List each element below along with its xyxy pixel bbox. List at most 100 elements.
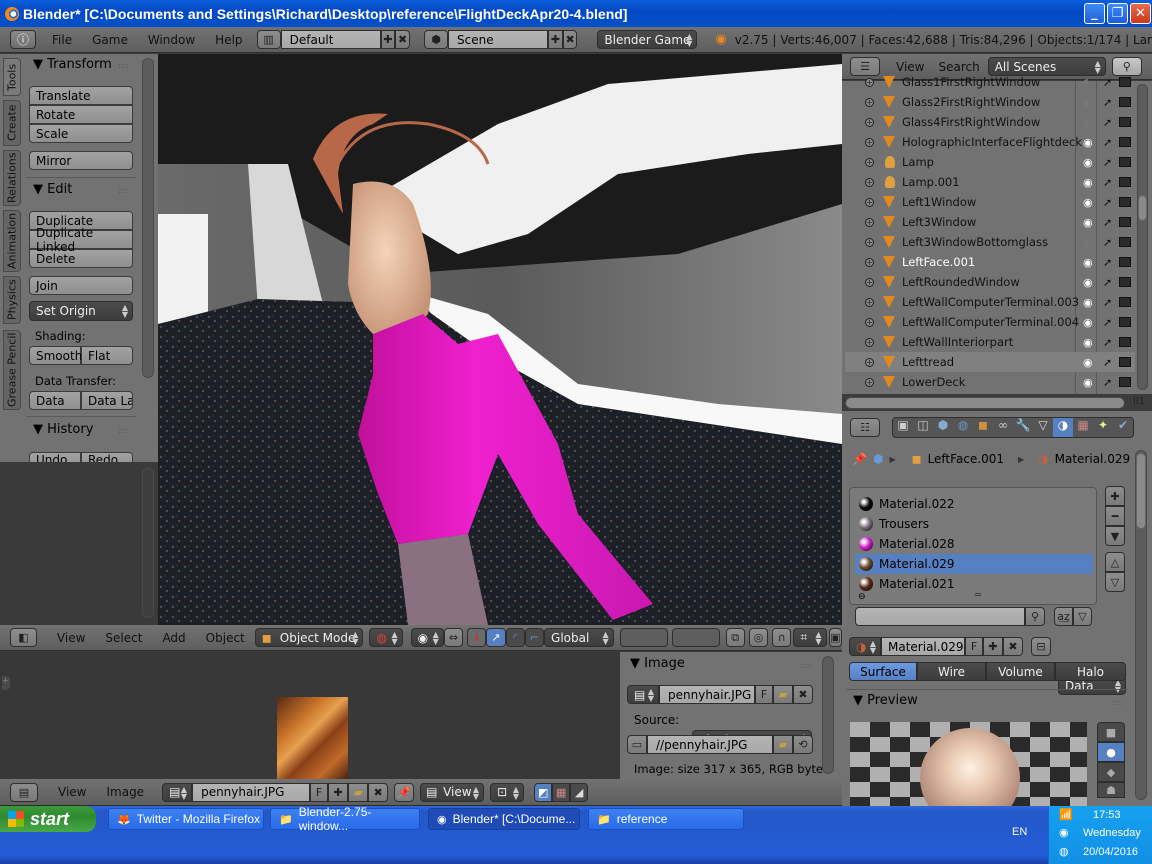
material-filter-input[interactable]	[855, 607, 1025, 626]
outliner-row[interactable]: + Glass2FirstRightWindow ◖ ➚	[845, 92, 1135, 112]
undo-button[interactable]: Undo	[29, 452, 81, 462]
draw-color-alpha-toggle[interactable]: ◩	[534, 782, 553, 802]
outliner-item-name[interactable]: Left3WindowBottomglass	[902, 235, 1048, 249]
image-browse-button[interactable]: ▤ ▲ ▼	[627, 685, 659, 704]
tab-tools[interactable]: Tools	[3, 58, 21, 96]
eye-icon[interactable]: ◉	[1083, 256, 1093, 269]
menu-view[interactable]: View	[47, 631, 95, 645]
material-slot[interactable]: Material.028	[855, 534, 1093, 554]
outliner-item-name[interactable]: LeftWallInteriorpart	[902, 335, 1013, 349]
outliner-scrollbar-horizontal[interactable]	[845, 397, 1125, 409]
draw-alpha-toggle[interactable]: ▦	[552, 782, 571, 802]
select-arrow-icon[interactable]: ➚	[1103, 116, 1112, 129]
move-slot-up-button[interactable]: △	[1105, 552, 1125, 572]
world-tab-icon[interactable]: ◍	[953, 418, 973, 437]
language-indicator[interactable]: EN	[1012, 826, 1027, 838]
fake-user-button[interactable]: F	[755, 685, 773, 704]
render-tab-icon[interactable]: ▣	[893, 418, 913, 437]
mode-dropdown[interactable]: ◼ Object Mode ▲ ▼	[254, 628, 364, 647]
eye-icon[interactable]: ◉	[1083, 316, 1093, 329]
drag-grip-icon[interactable]: ::::	[800, 661, 811, 670]
outliner-row[interactable]: + LeftWallComputerTerminal.003 ◉ ➚	[845, 292, 1135, 312]
pivot-dropdown-image[interactable]: ⊡ ▲ ▼	[490, 782, 525, 802]
unlink-material-button[interactable]: ✖	[1003, 637, 1023, 656]
preview-cube-button[interactable]: ◆	[1097, 762, 1125, 782]
outliner-row[interactable]: + Glass1FirstRightWindow ◖ ➚	[845, 72, 1135, 92]
preview-sphere-button[interactable]: ●	[1097, 742, 1125, 762]
header-fake-user-button[interactable]: F	[310, 782, 329, 802]
outliner-row[interactable]: + Glass4FirstRightWindow ◖ ➚	[845, 112, 1135, 132]
editor-type-properties-button[interactable]: ☷	[850, 417, 880, 437]
render-engine-dropdown[interactable]: Blender Game ▲ ▼	[597, 30, 698, 49]
render-camera-icon[interactable]	[1119, 177, 1131, 187]
minimize-button[interactable]: _	[1084, 3, 1105, 24]
eye-icon[interactable]: ◉	[1083, 216, 1093, 229]
render-camera-icon[interactable]	[1119, 237, 1131, 247]
layout-selector-button[interactable]: ▥	[256, 30, 281, 49]
filter-search-button[interactable]: ⚲	[1025, 607, 1045, 626]
select-arrow-icon[interactable]: ➚	[1103, 356, 1112, 369]
scale-manipulator[interactable]: ⌐	[524, 628, 545, 647]
menu-image[interactable]: Image	[96, 785, 154, 799]
select-arrow-icon[interactable]: ➚	[1103, 76, 1112, 89]
expand-icon[interactable]: +	[865, 237, 874, 247]
taskbar-item[interactable]: 🦊 Twitter - Mozilla Firefox	[108, 808, 264, 830]
select-arrow-icon[interactable]: ➚	[1103, 236, 1112, 249]
eye-icon[interactable]: ◉	[1083, 276, 1093, 289]
layers-grid-1[interactable]	[619, 628, 668, 647]
menu-game[interactable]: Game	[82, 33, 138, 47]
select-arrow-icon[interactable]: ➚	[1103, 96, 1112, 109]
redo-button[interactable]: Redo	[81, 452, 133, 462]
image-panel-scrollbar[interactable]	[822, 656, 834, 774]
outliner-row[interactable]: + LowerDeck ◉ ➚	[845, 372, 1135, 392]
render-camera-icon[interactable]	[1119, 337, 1131, 347]
outliner-item-name[interactable]: HolographicInterfaceFlightdeck	[902, 135, 1082, 149]
open-image-header-button[interactable]: ▰	[348, 782, 369, 802]
expand-panel-icon[interactable]: +	[2, 676, 10, 690]
expand-icon[interactable]: +	[865, 277, 874, 287]
properties-scroll-thumb[interactable]	[1136, 453, 1146, 529]
resize-list-icon[interactable]: ⊖	[858, 592, 866, 602]
image-name-field[interactable]: pennyhair.JPG	[659, 685, 755, 704]
menu-add[interactable]: Add	[152, 631, 195, 645]
expand-icon[interactable]: +	[865, 217, 874, 227]
add-layout-button[interactable]: ✚	[380, 30, 396, 49]
flat-button[interactable]: Flat	[81, 346, 133, 365]
expand-icon[interactable]: +	[865, 377, 874, 387]
eye-icon[interactable]: ◉	[1083, 156, 1093, 169]
snap-element-dropdown[interactable]: ⌗ ▲ ▼	[793, 628, 827, 647]
tab-animation[interactable]: Animation	[3, 210, 21, 272]
expand-icon[interactable]: +	[865, 257, 874, 267]
outliner-item-name[interactable]: LeftRoundedWindow	[902, 275, 1020, 289]
delete-scene-button[interactable]: ✖	[562, 30, 578, 49]
duplicate-linked-button[interactable]: Duplicate Linked	[29, 226, 133, 254]
expand-icon[interactable]: +	[865, 157, 874, 167]
rotate-manipulator[interactable]: ◜	[505, 628, 525, 647]
render-camera-icon[interactable]	[1119, 197, 1131, 207]
eye-icon[interactable]: ◉	[1083, 336, 1093, 349]
new-image-button[interactable]: ✚	[328, 782, 349, 802]
tab-relations[interactable]: Relations	[3, 150, 21, 206]
eye-icon[interactable]: ◉	[1083, 296, 1093, 309]
outliner-row[interactable]: + LeftWallComputerTerminal.004 ◉ ➚	[845, 312, 1135, 332]
render-camera-icon[interactable]	[1119, 137, 1131, 147]
draw-zbuffer-toggle[interactable]: ◢	[570, 782, 589, 802]
eye-closed-icon[interactable]: ◖	[1083, 116, 1089, 129]
expand-icon[interactable]: +	[865, 77, 874, 87]
render-camera-icon[interactable]	[1119, 257, 1131, 267]
render-camera-icon[interactable]	[1119, 97, 1131, 107]
select-arrow-icon[interactable]: ➚	[1103, 276, 1112, 289]
pivot-dropdown[interactable]: ◉ ▲ ▼	[410, 628, 444, 647]
tab-create[interactable]: Create	[3, 100, 21, 146]
outliner-item-name[interactable]: Lamp.001	[902, 175, 960, 189]
header-image-name-field[interactable]: pennyhair.JPG	[192, 782, 311, 802]
editor-type-image-button[interactable]: ▤	[10, 782, 38, 802]
taskbar-item[interactable]: 📁 reference	[588, 808, 744, 830]
outliner-row[interactable]: + LeftFace.001 ◉ ➚	[845, 252, 1135, 272]
expand-icon[interactable]: +	[865, 297, 874, 307]
set-origin-dropdown[interactable]: Set Origin ▲ ▼	[29, 301, 133, 321]
material-fake-user-button[interactable]: F	[965, 637, 983, 656]
tab-wire[interactable]: Wire	[917, 662, 986, 681]
image-browse-header-button[interactable]: ▤ ▲ ▼	[162, 782, 193, 802]
menu-select[interactable]: Select	[95, 631, 152, 645]
